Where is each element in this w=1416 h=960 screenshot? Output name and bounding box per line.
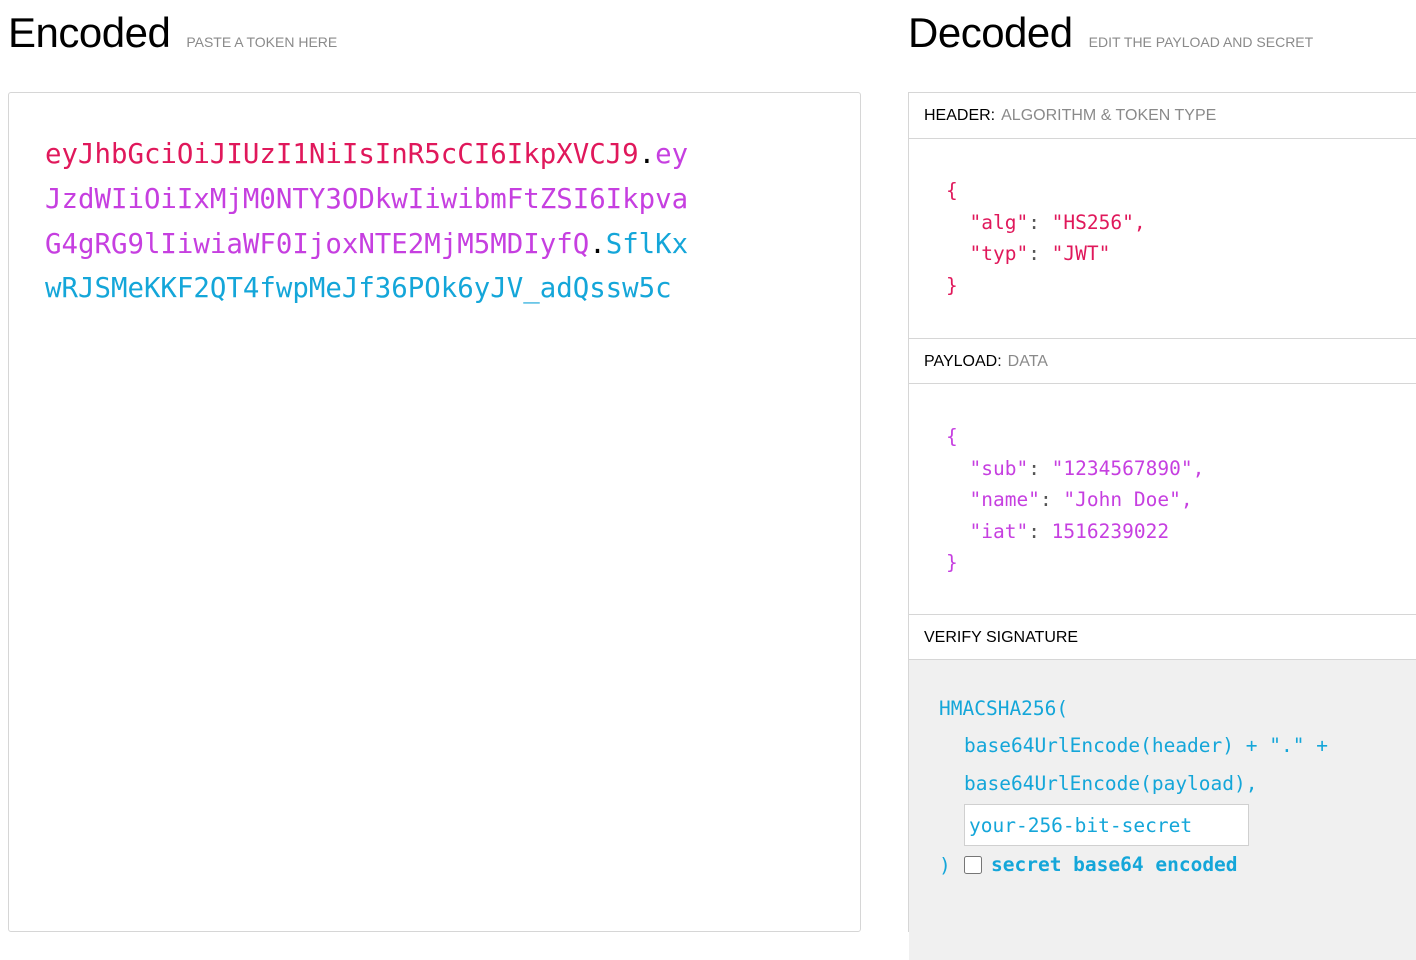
decoded-heading: Decoded EDIT THE PAYLOAD AND SECRET: [908, 8, 1313, 58]
json-open-brace: {: [946, 425, 958, 448]
json-close-brace: }: [946, 273, 958, 297]
base64-encoded-label[interactable]: secret base64 encoded: [991, 853, 1238, 876]
encoded-title: Encoded: [8, 9, 171, 56]
verify-label: VERIFY SIGNATURE: [924, 629, 1079, 646]
token-payload-part: G4gRG9lIiwiaWF0IjoxNTE2MjM5MDIyfQ: [45, 228, 590, 260]
hmac-function-line: HMACSHA256(: [939, 697, 1069, 720]
hmac-closing-paren: ): [939, 854, 951, 877]
decoded-title: Decoded: [908, 9, 1073, 56]
json-key-sub: "sub": [969, 456, 1029, 480]
secret-input[interactable]: [964, 804, 1249, 846]
encoded-token-text[interactable]: eyJhbGciOiJIUzI1NiIsInR5cCI6IkpXVCJ9.ey …: [45, 133, 785, 312]
payload-label: PAYLOAD:: [924, 353, 1002, 370]
json-value-typ: "JWT": [1051, 242, 1111, 265]
token-separator-dot: .: [589, 228, 606, 260]
encoded-heading: Encoded PASTE A TOKEN HERE: [8, 8, 337, 58]
token-payload-part: ey: [655, 139, 689, 170]
base64-encoded-checkbox[interactable]: [964, 856, 982, 874]
token-signature-part: wRJSMeKKF2QT4fwpMeJf36POk6yJV_adQssw5c: [45, 273, 672, 305]
payload-sublabel: DATA: [1007, 353, 1048, 370]
payload-section-title: PAYLOAD: DATA: [909, 338, 1416, 384]
token-separator-dot: .: [638, 139, 656, 170]
header-section-title: HEADER: ALGORITHM & TOKEN TYPE: [909, 93, 1416, 139]
verify-signature-body: HMACSHA256( base64UrlEncode(header) + ".…: [909, 660, 1416, 960]
json-open-brace: {: [946, 179, 958, 202]
json-key-typ: "typ": [969, 242, 1029, 265]
hmac-payload-line: base64UrlEncode(payload),: [964, 772, 1258, 795]
header-json-editor[interactable]: { "alg": "HS256", "typ": "JWT" }: [946, 175, 1146, 301]
json-key-alg: "alg": [969, 210, 1029, 234]
json-value-iat: 1516239022: [1051, 519, 1170, 543]
json-key-iat: "iat": [969, 519, 1029, 543]
token-header-part: eyJhbGciOiJIUzI1NiIsInR5cCI6IkpXVCJ9: [45, 139, 639, 170]
json-value-sub: "1234567890": [1051, 456, 1193, 480]
decoded-panel: HEADER: ALGORITHM & TOKEN TYPE { "alg": "…: [908, 92, 1416, 960]
decoded-subtitle: EDIT THE PAYLOAD AND SECRET: [1088, 34, 1314, 50]
hmac-header-line: base64UrlEncode(header) + "." +: [964, 734, 1328, 757]
verify-section-title: VERIFY SIGNATURE: [909, 614, 1416, 660]
token-payload-part: JzdWIiOiIxMjM0NTY3ODkwIiwibmFtZSI6Ikpva: [45, 183, 689, 215]
payload-json-editor[interactable]: { "sub": "1234567890", "name": "John Doe…: [946, 421, 1204, 579]
encoded-subtitle: PASTE A TOKEN HERE: [186, 34, 338, 50]
header-sublabel: ALGORITHM & TOKEN TYPE: [1001, 107, 1217, 124]
json-key-name: "name": [969, 488, 1040, 511]
encoded-token-editor[interactable]: eyJhbGciOiJIUzI1NiIsInR5cCI6IkpXVCJ9.ey …: [8, 92, 861, 932]
json-value-alg: "HS256": [1051, 210, 1134, 234]
json-value-name: "John Doe": [1063, 488, 1181, 511]
json-close-brace: }: [946, 551, 958, 574]
token-signature-part: SflKx: [605, 228, 689, 260]
header-label: HEADER:: [924, 107, 996, 124]
